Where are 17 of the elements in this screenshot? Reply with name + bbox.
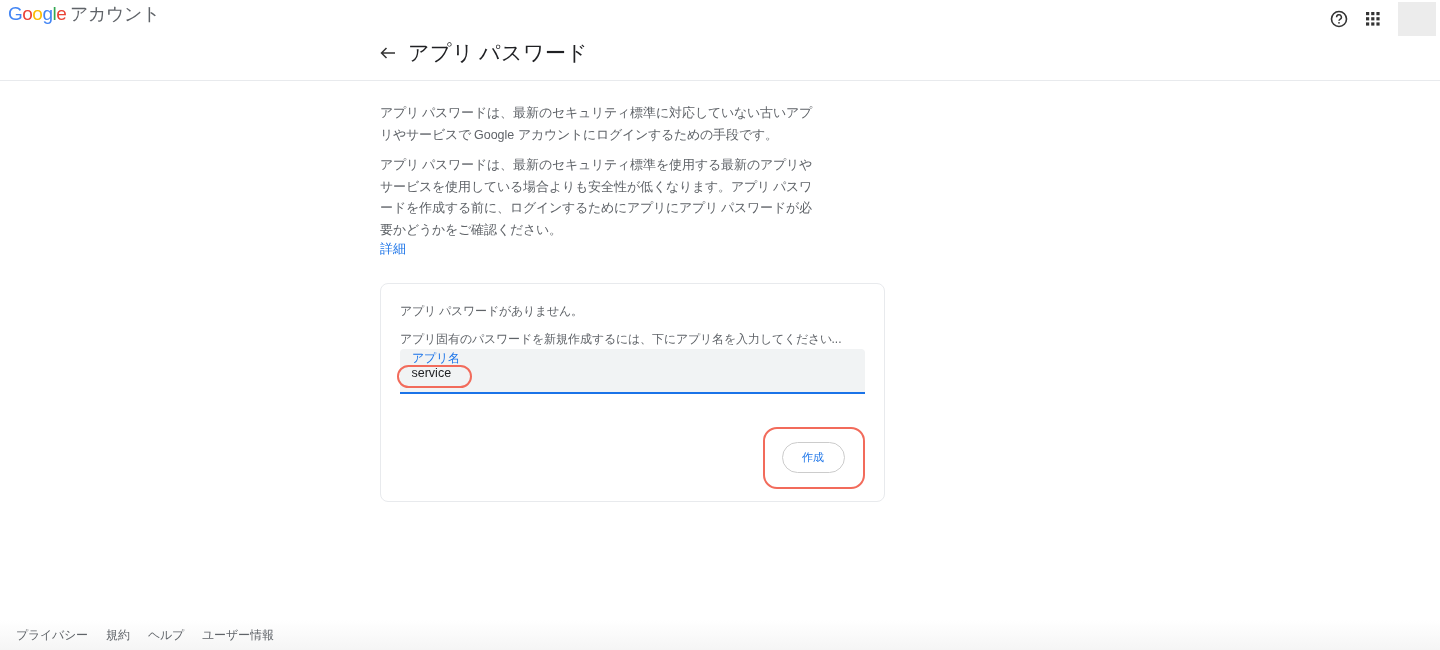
description-text: アプリ パスワードは、最新のセキュリティ標準を使用する最新のアプリやサービスを使用している場合よりも安全性が低くなります。アプリ パスワードを作成する前に、ログインするためにアプリにアプリ パスワードが必要かどうかをご確認ください。 [379,157,813,239]
empty-message: アプリ パスワードがありません。 [399,303,584,319]
instruction-text: アプリ固有のパスワードを新規作成するには、下にアプリ名を入力してください... [399,331,843,347]
google-logo[interactable]: Google [8,3,67,25]
create-button[interactable]: 作成 [781,442,845,473]
footer-link[interactable]: 規約 [106,626,130,644]
footer-link[interactable]: ユーザー情報 [202,626,274,644]
product-name: アカウント [70,3,161,26]
learn-more-link[interactable]: 詳細 [379,241,406,257]
description-text: アプリ パスワードは、最新のセキュリティ標準に対応していない古いアプリやサービスで Google アカウントにログインするための手段です。 [379,105,814,144]
app-name-field[interactable]: アプリ名 service [399,349,865,394]
footer-link[interactable]: ヘルプ [148,626,184,644]
page-title: アプリ パスワード [407,40,589,66]
help-icon[interactable] [1330,10,1348,28]
footer-link[interactable]: プライバシー [16,626,88,644]
apps-grid-icon[interactable] [1366,12,1380,26]
back-arrow-icon[interactable] [379,47,396,59]
